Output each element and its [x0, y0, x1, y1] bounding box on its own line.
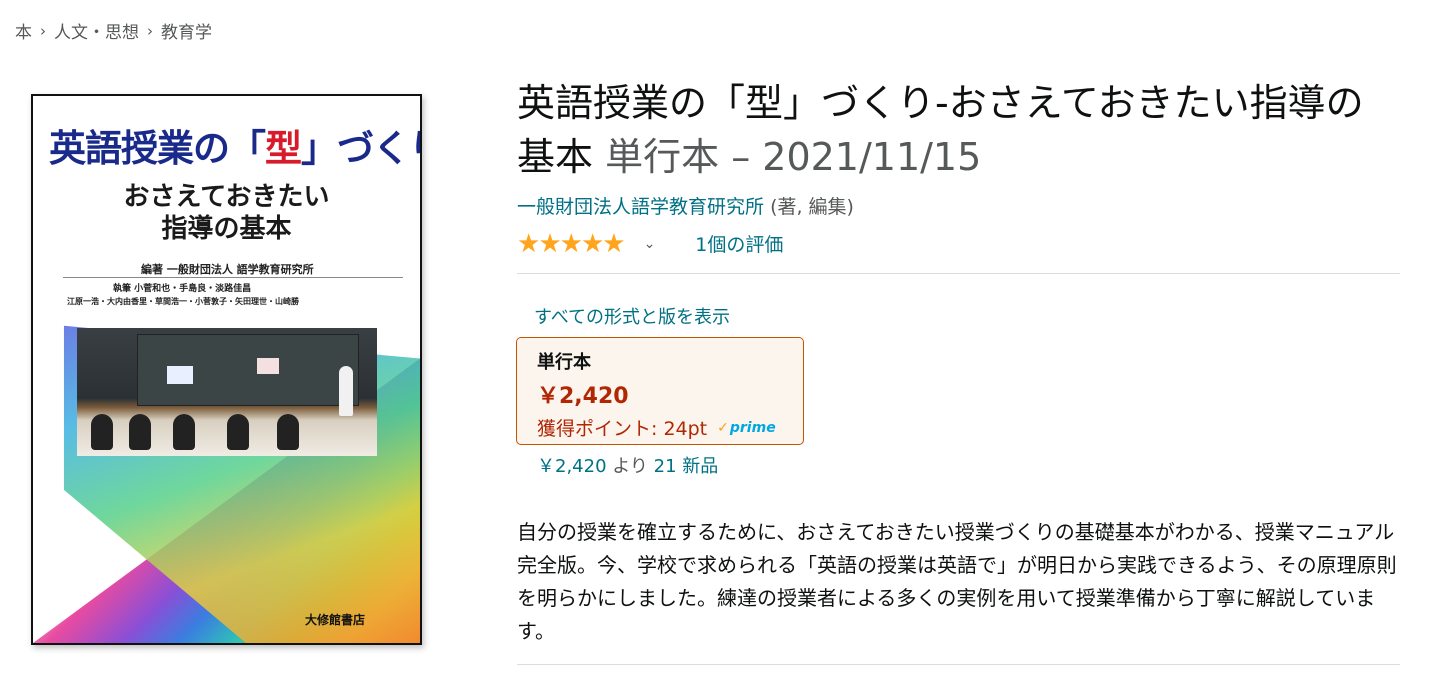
star-icon: ★ — [517, 228, 541, 259]
cover-publisher: 大修館書店 — [305, 613, 366, 627]
product-title-block: 英語授業の「型」づくり-おさえておきたい指導の基本 単行本 – 2021/11/… — [517, 76, 1397, 184]
format-price: ￥2,420 — [537, 384, 629, 409]
rating-count-link[interactable]: 1個の評価 — [695, 230, 783, 257]
breadcrumb: 本 › 人文・思想 › 教育学 — [15, 18, 212, 44]
product-title: 英語授業の「型」づくり-おさえておきたい指導の基本 単行本 – 2021/11/… — [517, 76, 1397, 184]
star-icon: ★ — [602, 228, 626, 259]
prime-label: prime — [729, 419, 776, 436]
breadcrumb-item-education[interactable]: 教育学 — [161, 18, 212, 43]
star-icon: ★ — [538, 228, 562, 259]
breadcrumb-item-humanities[interactable]: 人文・思想 — [54, 18, 139, 43]
cover-authors: 江原一浩・大内由香里・草間浩一・小菅敦子・矢田理世・山崎勝 — [67, 297, 299, 306]
chevron-down-icon[interactable]: ⌄ — [644, 236, 656, 252]
breadcrumb-separator: › — [40, 21, 46, 40]
format-name: 単行本 — [537, 352, 591, 373]
cover-authors: 執筆 小菅和也・手島良・淡路佳昌 — [113, 284, 252, 294]
new-offers-line: ￥2,420 より 21 新品 — [537, 452, 718, 478]
rating-line: ★ ★ ★ ★ ★ ⌄ 1個の評価 — [517, 230, 783, 257]
book-cover-image[interactable]: 英語授業の「型」づくり おさえておきたい 指導の基本 編著 一般財団法人 語学教… — [31, 94, 422, 645]
see-all-formats-link[interactable]: すべての形式と版を表示 — [534, 303, 730, 329]
points-text: 獲得ポイント: 24pt — [537, 418, 708, 440]
star-icon: ★ — [559, 228, 583, 259]
blackboard-card — [257, 358, 279, 374]
blackboard-card — [167, 366, 193, 384]
student-figure — [227, 414, 249, 450]
new-offers-count-link[interactable]: 21 新品 — [654, 456, 719, 477]
cover-divider — [63, 277, 403, 278]
cover-subtitle: 指導の基本 — [161, 214, 292, 244]
new-offers-from: より — [612, 456, 648, 477]
student-figure — [277, 414, 299, 450]
divider — [517, 273, 1400, 274]
student-figure — [173, 414, 195, 450]
format-option-selected[interactable]: 単行本 ￥2,420 獲得ポイント: 24pt ✓ prime — [516, 337, 804, 445]
product-description: 自分の授業を確立するために、おさえておきたい授業づくりの基礎基本がわかる、授業マ… — [517, 520, 1397, 643]
divider — [517, 664, 1400, 665]
author-line: 一般財団法人語学教育研究所 (著, 編集) — [517, 192, 854, 219]
prime-check-icon: ✓ — [717, 419, 729, 436]
star-icon: ★ — [580, 228, 605, 259]
format-points: 獲得ポイント: 24pt ✓ prime — [537, 414, 803, 441]
star-rating[interactable]: ★ ★ ★ ★ ★ — [517, 228, 626, 259]
author-role: (著, 編集) — [770, 196, 854, 218]
new-offers-price-link[interactable]: ￥2,420 — [537, 456, 607, 477]
breadcrumb-separator: › — [147, 21, 153, 40]
cover-title: 英語授業の「型」づくり — [49, 126, 420, 170]
breadcrumb-item-books[interactable]: 本 — [15, 18, 32, 43]
student-figure — [129, 414, 151, 450]
author-link[interactable]: 一般財団法人語学教育研究所 — [517, 196, 764, 218]
student-figure — [91, 414, 113, 450]
cover-classroom-photo — [77, 328, 377, 456]
teacher-figure — [339, 366, 353, 416]
prime-badge: ✓ prime — [717, 420, 776, 436]
cover-editor: 編著 一般財団法人 語学教育研究所 — [141, 263, 314, 276]
binding-and-date: 単行本 – 2021/11/15 — [605, 135, 982, 179]
